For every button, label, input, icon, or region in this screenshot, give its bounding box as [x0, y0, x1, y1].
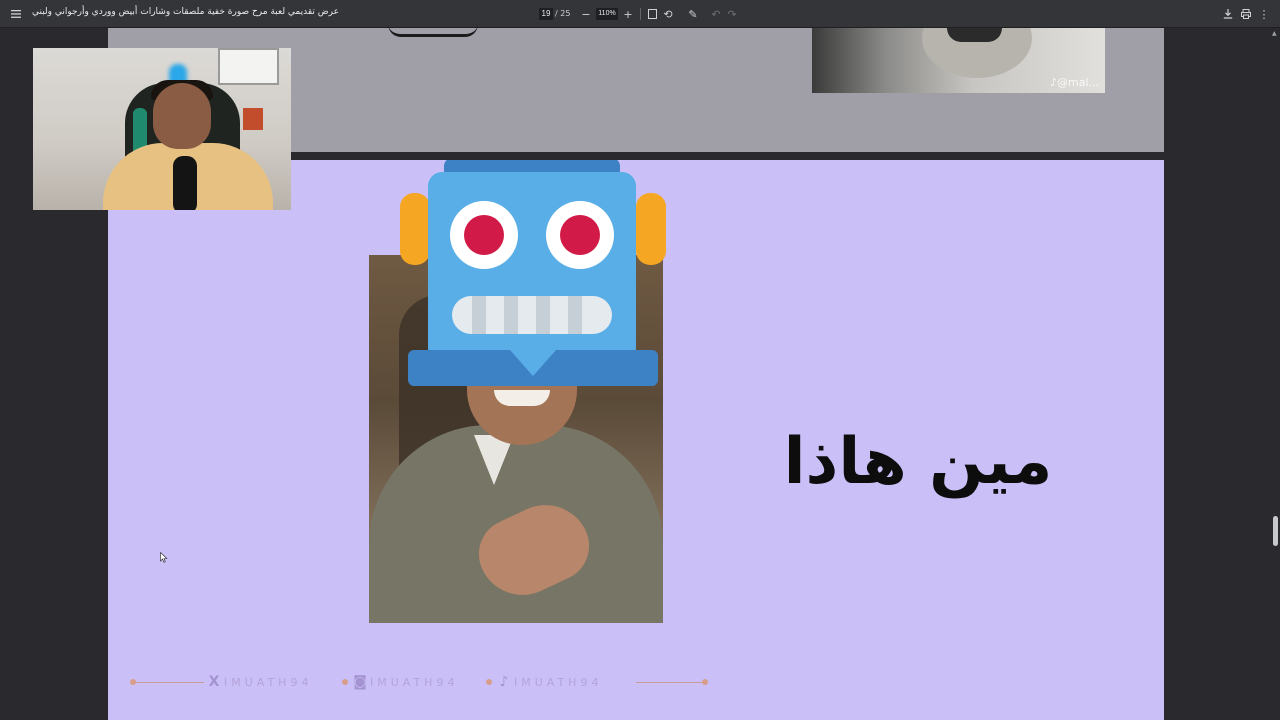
vertical-scrollbar[interactable] — [1270, 28, 1280, 720]
webcam-overlay — [33, 48, 291, 210]
more-icon[interactable]: ⋮ — [1254, 4, 1274, 24]
current-slide: مين هاذا X IMUATH94 ◙ IMUATH94 ♪ IMUATH9… — [108, 160, 1164, 720]
rotate-icon[interactable]: ⟲ — [658, 4, 678, 24]
redo-icon[interactable]: ↷ — [722, 4, 742, 24]
shelf-item — [243, 108, 263, 130]
instagram-icon: ◙ — [353, 674, 367, 690]
menu-icon[interactable] — [6, 4, 26, 24]
mouse-cursor-icon — [160, 552, 168, 563]
zoom-input[interactable] — [596, 8, 618, 20]
print-icon[interactable] — [1236, 4, 1256, 24]
scrollbar-thumb[interactable] — [1273, 516, 1278, 546]
robot-icon — [400, 160, 666, 386]
mouth-shape — [947, 28, 1002, 42]
x-logo-icon: X — [208, 674, 220, 690]
microphone — [173, 156, 197, 210]
page-total: / 25 — [555, 9, 571, 18]
toolbar-divider — [640, 8, 641, 20]
document-title: عرض تقديمي لعبة مرح صورة خفية ملصقات وشا… — [32, 7, 340, 17]
watermark-handle: IMUATH94 — [370, 676, 459, 689]
watermark-dot — [486, 679, 492, 685]
pdf-toolbar: عرض تقديمي لعبة مرح صورة خفية ملصقات وشا… — [0, 0, 1280, 28]
watermark-line — [636, 682, 702, 683]
previous-slide-photo: ♪@mal... — [812, 28, 1105, 93]
wall-picture — [218, 48, 279, 85]
smile-shape — [494, 390, 550, 406]
previous-slide-text-fragment — [388, 24, 478, 37]
scroll-up-icon[interactable]: ▲ — [1272, 31, 1278, 37]
watermark-handle: IMUATH94 — [514, 676, 603, 689]
watermark-handle: IMUATH94 — [224, 676, 313, 689]
social-watermark: X IMUATH94 ◙ IMUATH94 ♪ IMUATH94 — [130, 674, 710, 690]
slide-question: مين هاذا — [783, 425, 1053, 499]
tiktok-handle: ♪@mal... — [1049, 76, 1099, 89]
watermark-line — [136, 682, 204, 683]
watermark-dot — [702, 679, 708, 685]
zoom-out-icon[interactable]: − — [576, 4, 596, 24]
streamer-face — [153, 83, 211, 149]
page-number-input[interactable] — [539, 8, 553, 20]
draw-icon[interactable]: ✎ — [683, 4, 703, 24]
tiktok-icon: ♪ — [499, 674, 509, 690]
zoom-in-icon[interactable]: + — [618, 4, 638, 24]
download-icon[interactable] — [1218, 4, 1238, 24]
watermark-dot — [342, 679, 348, 685]
